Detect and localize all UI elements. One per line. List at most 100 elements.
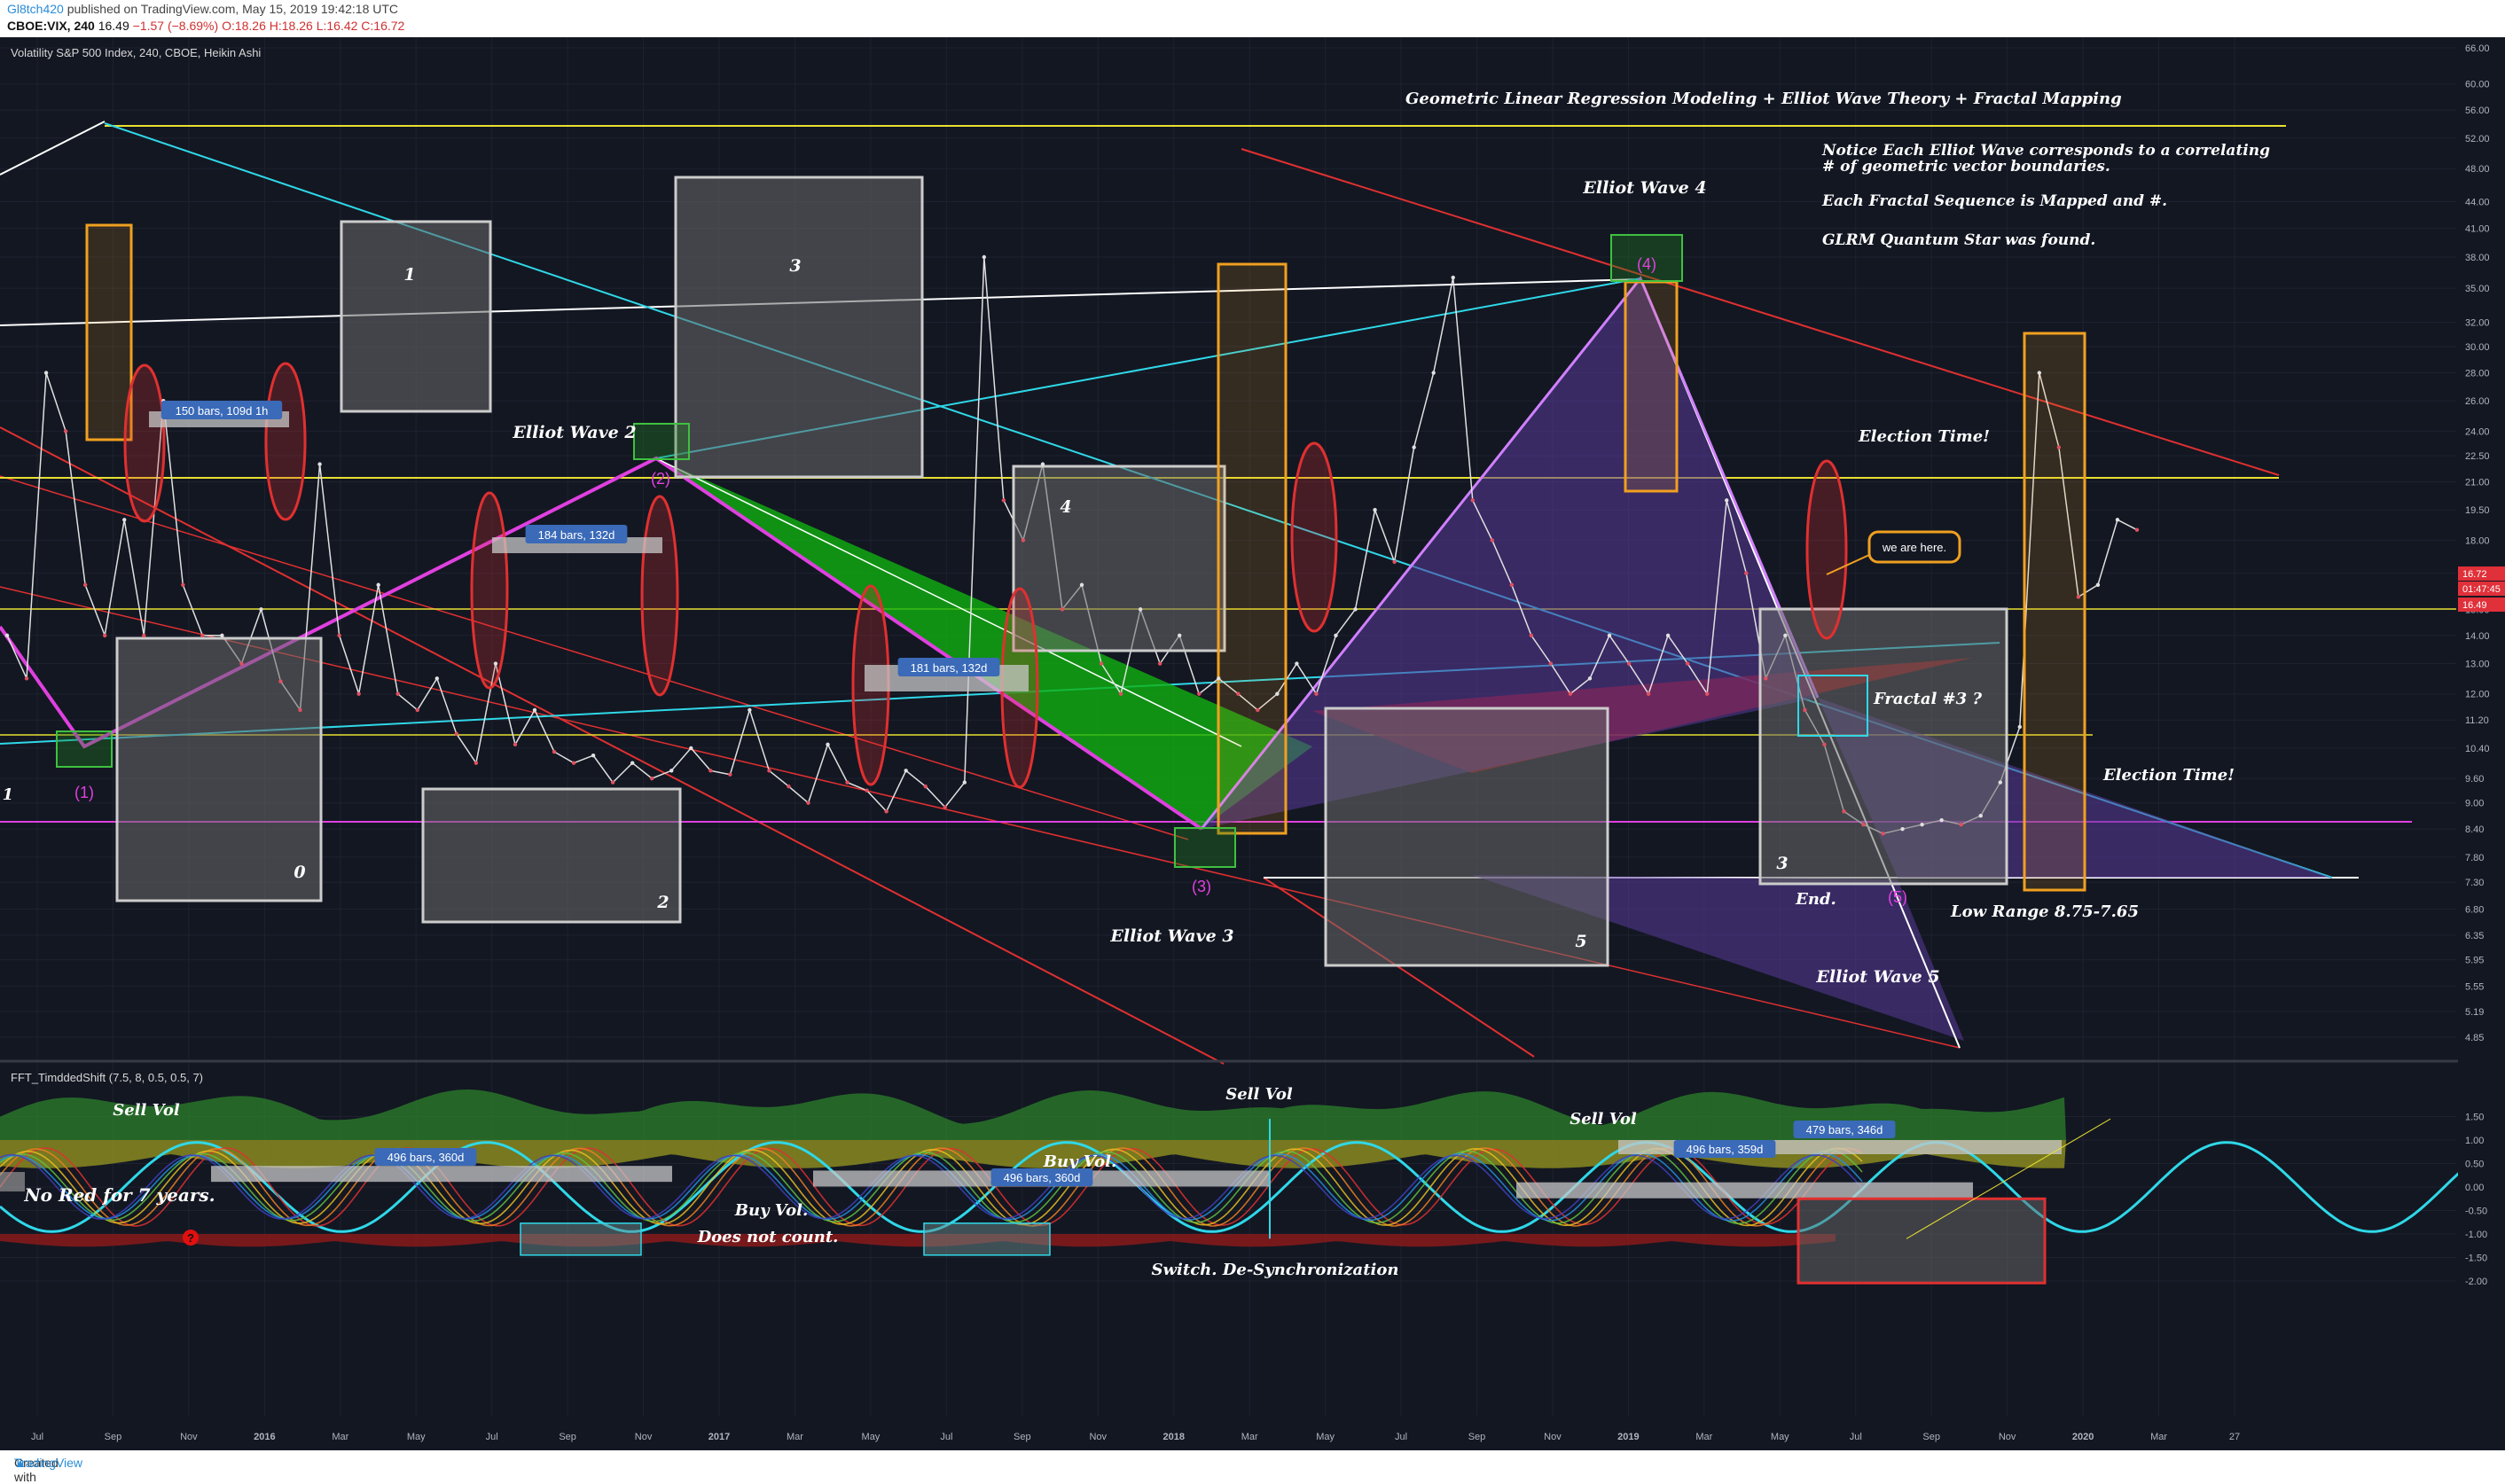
price-point	[748, 707, 752, 713]
price-point	[376, 582, 380, 587]
price-point	[1079, 582, 1084, 587]
note-line-2: # of geometric vector boundaries.	[1822, 158, 2110, 176]
price-point	[845, 780, 849, 785]
main-pane-title: Volatility S&P 500 Index, 240, CBOE, Hei…	[11, 46, 261, 59]
time-tick-label: Jul	[486, 1432, 498, 1442]
publisher-link[interactable]: Gl8tch420	[7, 2, 64, 16]
publish-line: Gl8tch420 published on TradingView.com, …	[7, 2, 398, 16]
price-point	[63, 429, 68, 433]
time-tick-label: May	[862, 1432, 881, 1442]
price-point	[1548, 661, 1554, 666]
price-tag-value: 16.49	[2462, 600, 2487, 611]
price-point	[2037, 371, 2042, 375]
time-tick-label: Jul	[31, 1432, 43, 1442]
chart-annotation: 1	[403, 265, 415, 285]
price-point	[317, 462, 322, 466]
fractal-box-5	[1324, 707, 1609, 967]
price-point	[689, 746, 693, 751]
price-point	[1842, 809, 1846, 814]
price-tick-label: 66.00	[2465, 43, 2490, 54]
price-point	[728, 772, 732, 777]
price-tick-label: 56.00	[2465, 105, 2490, 116]
price-point	[1529, 633, 1534, 638]
price-tick-label: 19.50	[2465, 505, 2490, 516]
red-ellipse	[1805, 459, 1848, 640]
price-point	[865, 788, 869, 793]
price-point	[1665, 633, 1671, 638]
price-point	[1490, 538, 1494, 543]
price-point	[1373, 507, 1377, 512]
price-point	[826, 742, 830, 747]
price-point	[102, 633, 107, 638]
ohlc-values: O:18.26 H:18.26 L:16.42 C:16.72	[222, 19, 405, 33]
wave-point-label: (4)	[1637, 255, 1656, 273]
price-point	[122, 518, 127, 522]
indicator-annotation: Buy Vol.	[734, 1201, 808, 1220]
price-point	[200, 633, 205, 638]
time-tick-label: Mar	[787, 1432, 803, 1442]
price-point	[1568, 691, 1573, 696]
time-tick-label: May	[407, 1432, 426, 1442]
price-point	[454, 731, 459, 736]
price-tick-label: 7.80	[2465, 853, 2484, 863]
time-tick-label: Mar	[2150, 1432, 2167, 1442]
fractal-box-1	[340, 220, 492, 413]
price-tick-label: 8.40	[2465, 824, 2484, 835]
price-point	[298, 707, 302, 713]
price-point	[24, 676, 29, 681]
price-point	[552, 749, 557, 754]
time-tick-label: Sep	[1468, 1432, 1486, 1442]
chart-canvas[interactable]: (1) (2) (3) (4) (5) Elliot Wave 2 Elliot Wave …	[0, 37, 2505, 1450]
cycle-box	[520, 1222, 642, 1256]
price-change: −1.57 (−8.69%)	[132, 19, 219, 33]
time-tick-label: Nov	[1544, 1432, 1562, 1442]
price-tick-label: 5.95	[2465, 956, 2484, 966]
price-point	[1295, 661, 1299, 666]
indicator-annotation: Buy Vol.	[1043, 1152, 1116, 1171]
time-tick-label: 2018	[1162, 1432, 1184, 1442]
price-point	[337, 633, 341, 638]
indicator-tick-label: 0.00	[2465, 1183, 2484, 1193]
red-ellipse	[1290, 441, 1338, 633]
price-tick-label: 10.40	[2465, 744, 2490, 754]
publish-header: Gl8tch420 published on TradingView.com, …	[0, 0, 2505, 37]
wave-point-label: (2)	[651, 470, 670, 488]
price-tick-label: 44.00	[2465, 197, 2490, 207]
chart-annotation: Election Time!	[2102, 766, 2235, 785]
price-point	[943, 805, 947, 809]
callout-text: we are here.	[1882, 541, 1946, 554]
price-point	[1157, 661, 1162, 666]
tradingview-link[interactable]: TradingView	[14, 1456, 82, 1470]
orange-box	[1624, 280, 1679, 493]
price-tick-label: 26.00	[2465, 396, 2490, 407]
red-ellipse	[123, 363, 166, 523]
wave-point-label: (3)	[1192, 878, 1211, 895]
footer: Created with ▲ TradingView	[0, 1450, 2505, 1484]
price-tick-label: 5.55	[2465, 981, 2484, 992]
wave-box-2	[633, 423, 690, 460]
chart-annotation: 4	[1060, 497, 1071, 517]
price-tick-label: 24.00	[2465, 426, 2490, 437]
time-tick-label: Sep	[559, 1432, 576, 1442]
price-point	[2115, 518, 2120, 522]
price-point	[630, 761, 635, 765]
time-tick-label: Mar	[332, 1432, 348, 1442]
price-point	[2134, 527, 2140, 532]
cycle-box	[923, 1222, 1051, 1256]
indicator-annotation: No Red for 7 years.	[23, 1184, 215, 1206]
note-line-3: Each Fractal Sequence is Mapped and #.	[1821, 192, 2167, 210]
price-point	[82, 582, 88, 587]
price-point	[1998, 780, 2002, 785]
price-point	[2095, 582, 2101, 587]
chart-annotation: 3	[1776, 854, 1788, 873]
price-tick-label: 4.85	[2465, 1033, 2484, 1043]
price-axis[interactable]: 66.00 60.00 56.00 52.00 48.00 44.00 41.00 38.00…	[2458, 37, 2505, 1450]
orange-box	[85, 223, 133, 441]
price-point	[1334, 633, 1338, 638]
chart-annotation: Elliot Wave 3	[1109, 926, 1233, 946]
orange-box	[1217, 262, 1288, 835]
price-tick-label: 21.00	[2465, 478, 2490, 488]
time-tick-label: Mar	[1241, 1432, 1258, 1442]
price-point	[1764, 676, 1768, 681]
note-line-4: GLRM Quantum Star was found.	[1822, 231, 2095, 249]
